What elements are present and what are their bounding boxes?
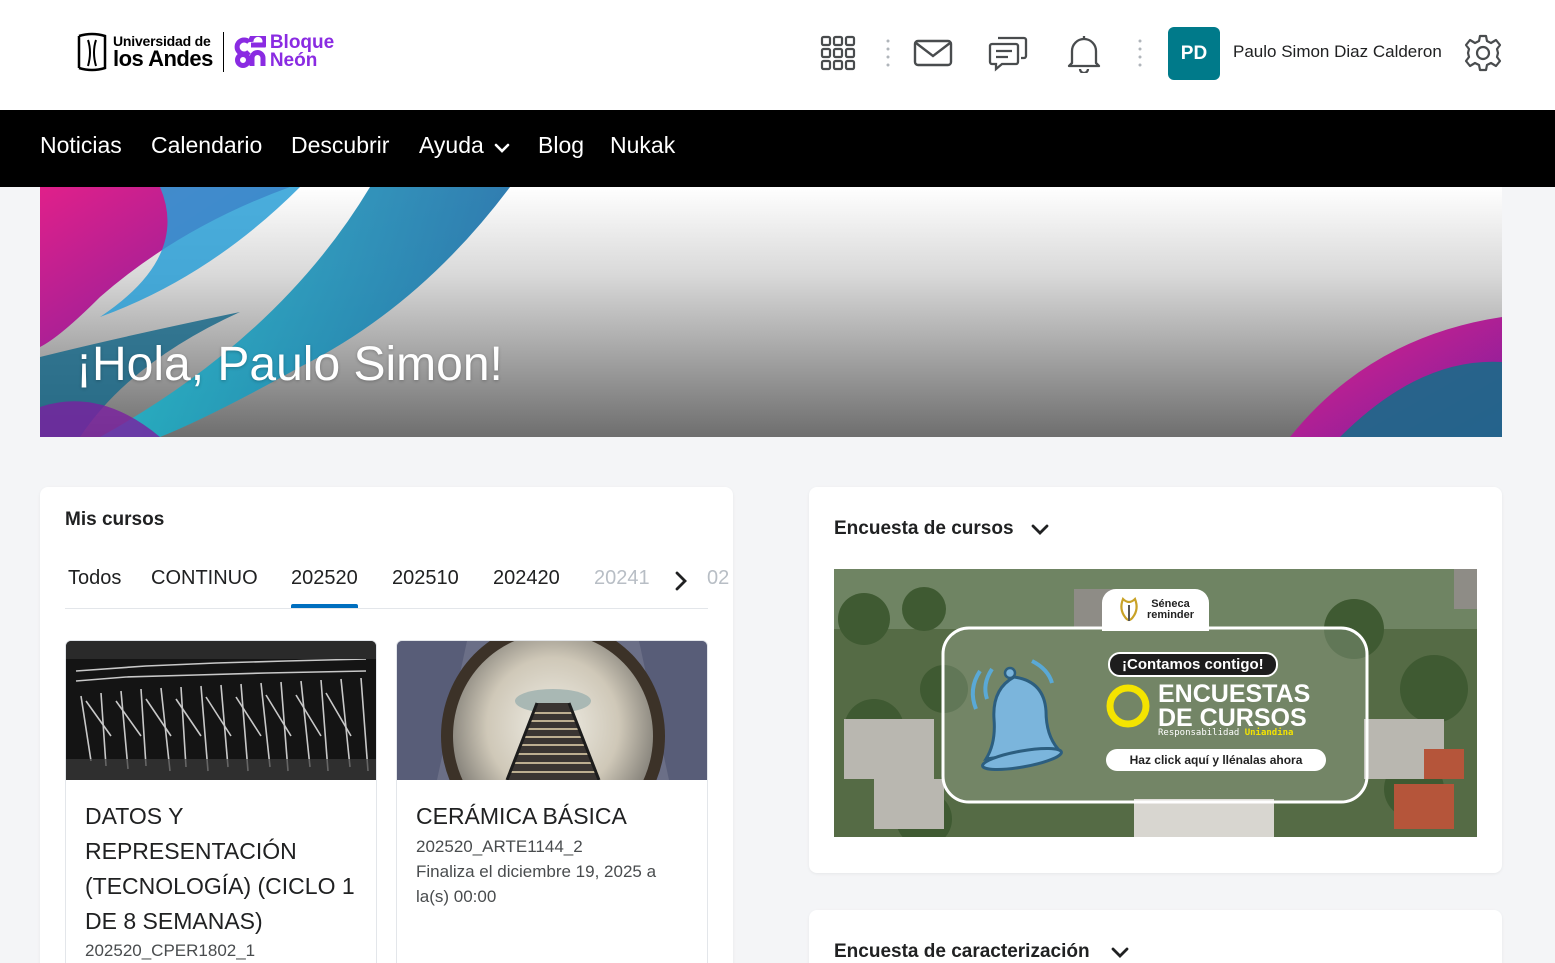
course-title[interactable]: CERÁMICA BÁSICA — [416, 799, 696, 834]
header-separator — [886, 39, 890, 67]
tab-202420[interactable]: 202420 — [493, 567, 560, 590]
tab-202520[interactable]: 202520 — [291, 567, 358, 608]
nav-item-descubrir[interactable]: Descubrir — [291, 132, 389, 159]
banner-sub-accent: Uniandina — [1244, 728, 1294, 738]
chevron-down-icon[interactable] — [1030, 523, 1050, 537]
greeting-title: ¡Hola, Paulo Simon! — [76, 338, 503, 391]
widget-title: Mis cursos — [65, 509, 165, 530]
course-card[interactable]: CERÁMICA BÁSICA 202520_ARTE1144_2 Finali… — [396, 640, 708, 963]
user-name[interactable]: Paulo Simon Diaz Calderon — [1233, 42, 1442, 62]
tab-continuo[interactable]: CONTINUO — [151, 567, 258, 590]
widget-title: Encuesta de cursos — [834, 518, 1014, 539]
banner-sub-text: Responsabilidad — [1158, 728, 1240, 738]
ring-icon — [1106, 684, 1150, 728]
my-courses-widget: Mis cursos Todos CONTINUO 202520 202510 … — [40, 487, 733, 963]
nav-item-ayuda[interactable]: Ayuda — [419, 132, 510, 159]
brand-line2: Neón — [269, 50, 318, 71]
nav-item-nukak[interactable]: Nukak — [610, 132, 675, 159]
nav-item-blog[interactable]: Blog — [538, 132, 584, 159]
survey-banner[interactable]: Séneca reminder ¡Contamos contigo! ENCUE… — [834, 569, 1477, 837]
chevron-right-icon[interactable] — [672, 569, 690, 593]
main-nav: Noticias Calendario Descubrir Ayuda Blog… — [0, 110, 1555, 187]
bloque-neon-logo: Bloque Neón — [234, 33, 334, 71]
tab-202510[interactable]: 202510 — [392, 567, 459, 590]
mail-icon[interactable] — [913, 33, 953, 73]
tab-overflow[interactable]: 02 — [707, 567, 729, 590]
course-code: 202520_ARTE1144_2 — [416, 837, 583, 856]
top-header: Universidad de los Andes Bloque Neón PD … — [0, 0, 1555, 110]
course-card[interactable]: DATOS Y REPRESENTACIÓN (TECNOLOGÍA) (CIC… — [65, 640, 377, 963]
chat-icon[interactable] — [988, 33, 1028, 73]
university-name-line2: los Andes — [113, 46, 213, 71]
banner-headline: ENCUESTAS DE CURSOS — [1158, 680, 1311, 732]
seneca-logo-icon — [1120, 597, 1138, 622]
uniandes-mark-icon — [77, 32, 107, 72]
course-image — [66, 641, 376, 780]
seneca-badge: Séneca reminder — [1102, 589, 1209, 631]
banner-pill: ¡Contamos contigo! — [1108, 652, 1278, 677]
course-image — [397, 641, 707, 780]
course-title[interactable]: DATOS Y REPRESENTACIÓN (TECNOLOGÍA) (CIC… — [85, 799, 365, 939]
apps-grid-icon[interactable] — [818, 33, 858, 73]
hero-background — [40, 187, 1502, 437]
badge-line2: reminder — [1146, 609, 1195, 621]
gear-icon[interactable] — [1463, 33, 1503, 73]
tab-20241[interactable]: 20241 — [594, 567, 650, 590]
characterization-survey-widget: Encuesta de caracterización — [809, 910, 1502, 963]
university-logo[interactable]: Universidad de los Andes Bloque Neón — [75, 32, 334, 72]
tab-todos[interactable]: Todos — [68, 567, 121, 590]
avatar[interactable]: PD — [1168, 27, 1220, 80]
neon-mark-icon — [234, 36, 266, 68]
course-tabs: Todos CONTINUO 202520 202510 202420 2024… — [65, 551, 729, 609]
headline-line2: DE CURSOS — [1158, 704, 1307, 732]
course-end-date: Finaliza el diciembre 19, 2025 a la(s) 0… — [416, 862, 657, 906]
bell-icon[interactable] — [1064, 33, 1104, 73]
headline-line1: ENCUESTAS — [1158, 680, 1311, 708]
course-survey-widget: Encuesta de cursos Séneca reminder ¡Cont… — [809, 487, 1502, 873]
nav-item-noticias[interactable]: Noticias — [40, 132, 122, 159]
widget-title: Encuesta de caracterización — [834, 941, 1090, 962]
chevron-down-icon[interactable] — [1110, 946, 1130, 960]
header-separator — [1138, 39, 1142, 67]
course-code: 202520_CPER1802_1 — [85, 941, 256, 960]
bell-illustration-icon — [970, 659, 1063, 772]
chevron-down-icon — [494, 143, 510, 153]
banner-cta-button[interactable]: Haz click aquí y llénalas ahora — [1106, 749, 1326, 771]
banner-sub: Responsabilidad Uniandina — [1158, 728, 1293, 738]
hero-banner: ¡Hola, Paulo Simon! — [40, 187, 1502, 437]
logo-divider — [222, 32, 224, 72]
nav-item-calendario[interactable]: Calendario — [151, 132, 262, 159]
nav-item-label: Ayuda — [419, 132, 484, 158]
